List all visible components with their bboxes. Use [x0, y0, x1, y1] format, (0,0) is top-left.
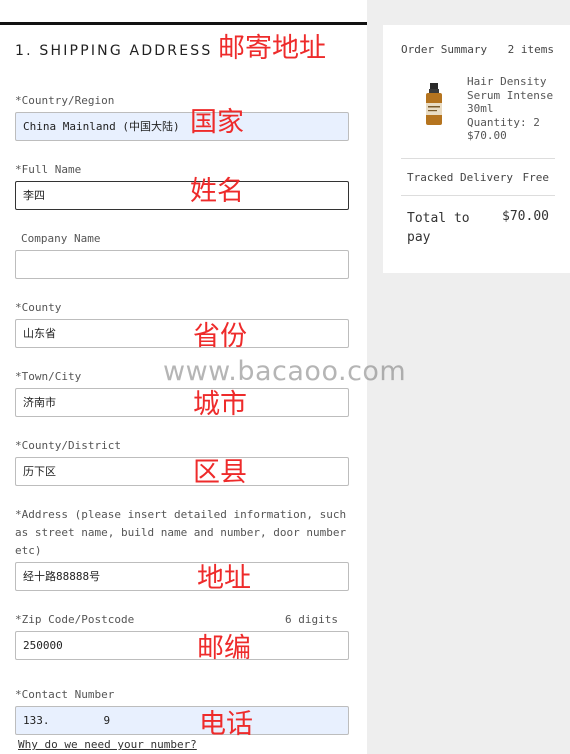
- district-label: *County/District: [15, 439, 121, 452]
- county-label: *County: [15, 301, 62, 314]
- phone-label: *Contact Number: [15, 688, 115, 701]
- town-field[interactable]: 济南市: [15, 388, 349, 417]
- order-summary-panel: Order Summary 2 items Hair Density Serum…: [383, 25, 570, 273]
- divider: [401, 195, 555, 196]
- town-label: *Town/City: [15, 370, 82, 383]
- annotation-phone: 电话: [199, 709, 253, 740]
- phone-field[interactable]: 133. 9: [15, 706, 349, 735]
- total-label: Total to pay: [407, 211, 470, 245]
- annotation-country: 国家: [190, 107, 244, 138]
- full-name-label: *Full Name: [15, 163, 82, 176]
- section-title: 1. SHIPPING ADDRESS: [15, 43, 213, 59]
- zip-hint: 6 digits: [285, 613, 338, 626]
- zip-field[interactable]: 250000: [15, 631, 349, 660]
- address-label: *Address (please insert detailed informa…: [15, 508, 347, 557]
- divider: [401, 158, 555, 159]
- annotation-city: 城市: [193, 389, 247, 420]
- full-name-field[interactable]: 李四: [15, 181, 349, 210]
- product-quantity: Quantity: 2: [467, 115, 540, 129]
- step-indicator-bar: [0, 22, 367, 25]
- product-name: Hair Density Serum Intense 30ml: [467, 75, 554, 115]
- product-details: Hair Density Serum Intense 30ml Quantity…: [467, 75, 567, 143]
- company-label: Company Name: [21, 232, 101, 245]
- district-field[interactable]: 历下区: [15, 457, 349, 486]
- total-value: $70.00: [502, 209, 549, 224]
- company-field[interactable]: [15, 250, 349, 279]
- summary-title: Order Summary: [401, 43, 488, 56]
- phone-suffix: 9: [103, 714, 111, 727]
- country-select[interactable]: China Mainland (中国大陆): [15, 112, 349, 141]
- shipping-value: Free: [522, 171, 550, 184]
- zip-label: *Zip Code/Postcode: [15, 613, 135, 626]
- annotation-province: 省份: [193, 321, 247, 352]
- address-field[interactable]: 经十路88888号: [15, 562, 349, 591]
- product-price: $70.00: [467, 129, 507, 142]
- annotation-zip: 邮编: [197, 633, 251, 664]
- annotation-title: 邮寄地址: [218, 33, 326, 64]
- why-number-link[interactable]: Why do we need your number?: [18, 738, 197, 751]
- item-count: 2 items: [507, 43, 554, 56]
- annotation-address: 地址: [197, 563, 251, 594]
- annotation-name: 姓名: [190, 176, 244, 207]
- shipping-label: Tracked Delivery: [407, 171, 513, 184]
- annotation-district: 区县: [193, 457, 247, 488]
- phone-prefix: 133.: [23, 714, 50, 727]
- country-label: *Country/Region: [15, 94, 115, 107]
- redacted-digits: [50, 715, 103, 727]
- watermark: www.bacaoo.com: [163, 356, 407, 387]
- county-field[interactable]: 山东省: [15, 319, 349, 348]
- product-bottle-image: [426, 83, 442, 125]
